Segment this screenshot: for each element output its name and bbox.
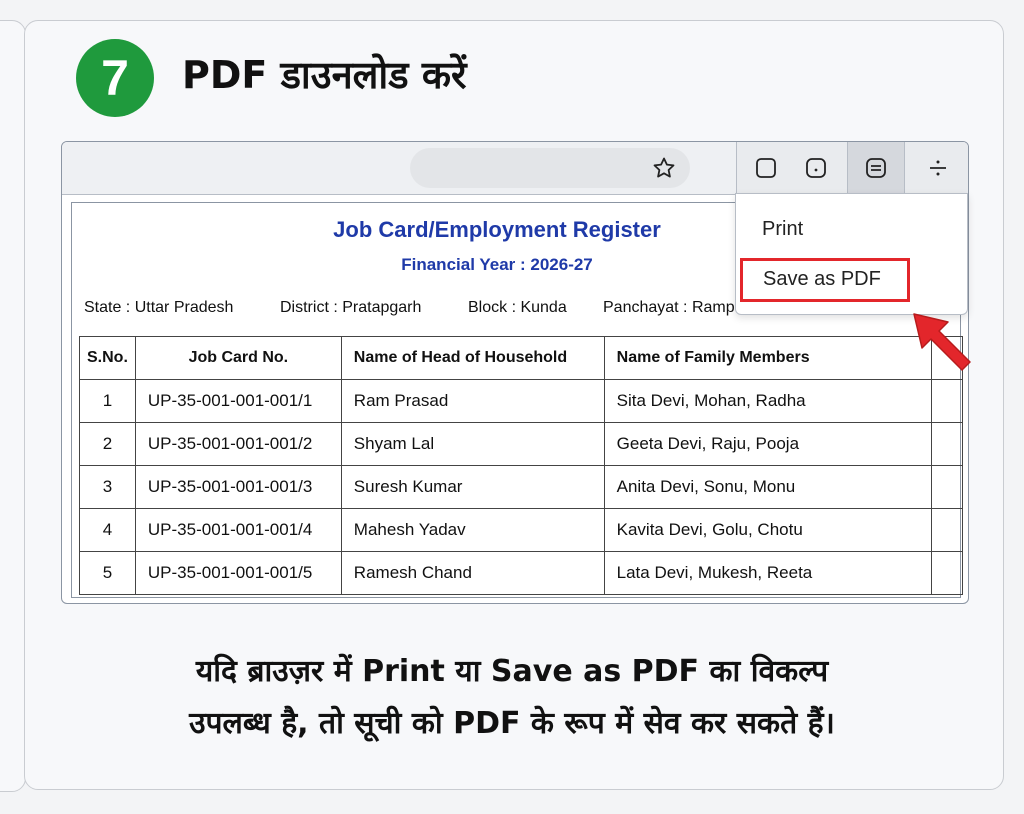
cell-blank (931, 508, 963, 552)
instruction-text: यदि ब्राउज़र में Print या Save as PDF का… (40, 646, 984, 750)
table-header-row: S.No. Job Card No. Name of Head of House… (79, 336, 963, 380)
table-row: 5 UP-35-001-001-001/5 Ramesh Chand Lata … (79, 551, 963, 595)
cell-job-card: UP-35-001-001-001/3 (134, 465, 342, 509)
header-sno: S.No. (79, 336, 136, 380)
red-arrow-icon (913, 313, 971, 371)
tab-icon[interactable] (787, 142, 845, 194)
cell-head: Ramesh Chand (340, 551, 605, 595)
cell-members: Lata Devi, Mukesh, Reeta (603, 551, 933, 595)
cell-head: Ram Prasad (340, 379, 605, 423)
cell-sno: 5 (79, 551, 136, 595)
cell-head: Mahesh Yadav (340, 508, 605, 552)
step-number-badge: 7 (76, 39, 154, 117)
instruction-line-1: यदि ब्राउज़र में Print या Save as PDF का… (195, 654, 829, 689)
divide-icon[interactable] (909, 142, 967, 194)
step-title: PDF डाउनलोड करें (182, 53, 467, 97)
meta-block: Block : Kunda (468, 299, 567, 316)
table-row: 3 UP-35-001-001-001/3 Suresh Kumar Anita… (79, 465, 963, 509)
cell-members: Geeta Devi, Raju, Pooja (603, 422, 933, 466)
cell-job-card: UP-35-001-001-001/2 (134, 422, 342, 466)
meta-panchayat: Panchayat : Ramp (603, 299, 735, 316)
header-job-card-no: Job Card No. (134, 336, 342, 380)
cell-members: Kavita Devi, Golu, Chotu (603, 508, 933, 552)
cell-blank (931, 422, 963, 466)
cell-head: Shyam Lal (340, 422, 605, 466)
menu-item-save-as-pdf[interactable]: Save as PDF (763, 268, 881, 291)
menu-item-print[interactable]: Print (762, 218, 803, 241)
cell-sno: 4 (79, 508, 136, 552)
browser-toolbar (62, 142, 968, 195)
cell-members: Anita Devi, Sonu, Monu (603, 465, 933, 509)
instruction-line-2: उपलब्ध है, तो सूची को PDF के रूप में सेव… (189, 706, 835, 741)
cell-sno: 2 (79, 422, 136, 466)
meta-state: State : Uttar Pradesh (84, 299, 234, 316)
table-row: 4 UP-35-001-001-001/4 Mahesh Yadav Kavit… (79, 508, 963, 552)
cell-members: Sita Devi, Mohan, Radha (603, 379, 933, 423)
reader-icon[interactable] (847, 142, 905, 194)
cell-head: Suresh Kumar (340, 465, 605, 509)
header-family-members: Name of Family Members (603, 336, 933, 380)
save-as-pdf-highlight[interactable]: Save as PDF (740, 258, 910, 302)
cell-job-card: UP-35-001-001-001/1 (134, 379, 342, 423)
job-card-table: S.No. Job Card No. Name of Head of House… (79, 336, 963, 595)
bookmark-star-icon[interactable] (652, 156, 676, 180)
table-row: 1 UP-35-001-001-001/1 Ram Prasad Sita De… (79, 379, 963, 423)
meta-district: District : Pratapgarh (280, 299, 422, 316)
address-bar[interactable] (410, 148, 690, 188)
table-row: 2 UP-35-001-001-001/2 Shyam Lal Geeta De… (79, 422, 963, 466)
toolbar-icon-tray (736, 142, 968, 194)
cell-job-card: UP-35-001-001-001/4 (134, 508, 342, 552)
browser-dropdown-menu: Print Save as PDF (735, 193, 968, 315)
cell-sno: 1 (79, 379, 136, 423)
cell-sno: 3 (79, 465, 136, 509)
cell-blank (931, 551, 963, 595)
cell-job-card: UP-35-001-001-001/5 (134, 551, 342, 595)
previous-step-card-edge (0, 20, 26, 792)
header-head-of-household: Name of Head of Household (340, 336, 605, 380)
cell-blank (931, 379, 963, 423)
cell-blank (931, 465, 963, 509)
